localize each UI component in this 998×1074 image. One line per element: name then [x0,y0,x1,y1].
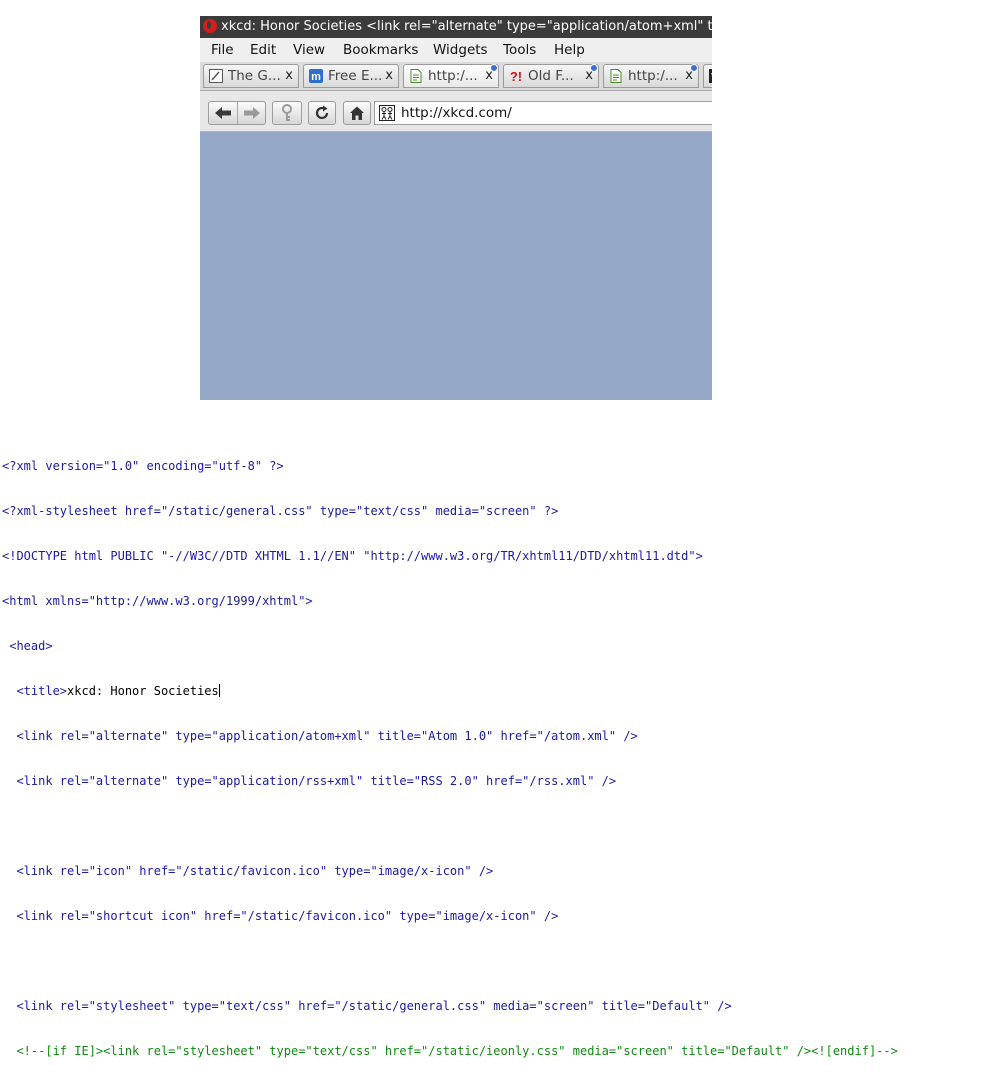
xkcd-favicon [379,105,395,121]
page-icon [410,69,422,83]
tab-loading-dot [490,64,498,72]
title-text: xkcd: Honor Societies [67,684,219,698]
tab-close-button[interactable]: x [385,65,393,87]
page-icon [610,69,622,83]
menu-file[interactable]: File [211,38,234,62]
svg-text:W: W [711,72,712,83]
code-line: <html xmlns="http://www.w3.org/1999/xhtm… [2,594,313,608]
key-icon [282,104,292,121]
forward-arrow-icon[interactable] [243,106,261,120]
tab-bar: The G... x m Free E... x http:/... x ?! … [200,62,712,91]
notepad-icon [209,69,223,83]
title-bar: xkcd: Honor Societies <link rel="alterna… [200,16,712,38]
security-button[interactable] [272,101,302,125]
code-line: <link rel="stylesheet" type="text/css" h… [2,999,732,1013]
tab-loading-dot [590,64,598,72]
code-line: <?xml-stylesheet href="/static/general.c… [2,504,559,518]
address-bar[interactable]: http://xkcd.com/ [374,101,712,125]
code-line: <link rel="shortcut icon" href="/static/… [2,909,559,923]
tab-label: http:/... [628,68,678,84]
tab-label: Old F... [528,68,574,84]
window-title: xkcd: Honor Societies <link rel="alterna… [221,19,712,34]
tab-close-button[interactable]: x [285,65,293,87]
code-line: <head> [2,639,53,653]
menu-bookmarks[interactable]: Bookmarks [343,38,418,62]
tab-overflow[interactable]: W [703,64,712,88]
opera-logo-icon [203,18,217,33]
tab-the-g[interactable]: The G... x [203,64,299,88]
code-line: <!DOCTYPE html PUBLIC "-//W3C//DTD XHTML… [2,549,703,563]
tab-free-e[interactable]: m Free E... x [303,64,399,88]
title-tag: <title> [2,684,68,698]
code-line: <link rel="icon" href="/static/favicon.i… [2,864,494,878]
tab-loading-dot [690,64,698,72]
browser-window: xkcd: Honor Societies <link rel="alterna… [200,16,712,400]
tab-old-f[interactable]: ?! Old F... x [503,64,599,88]
menu-edit[interactable]: Edit [250,38,276,62]
code-line: <link rel="alternate" type="application/… [2,774,617,788]
page-viewport[interactable] [200,132,712,400]
tab-label: http:/... [428,68,478,84]
tab-http-active[interactable]: http:/... x [403,64,499,88]
menu-bar: File Edit View Bookmarks Widgets Tools H… [200,38,712,62]
reload-icon [315,105,329,120]
home-button[interactable] [343,101,371,125]
m-logo-icon: m [309,69,323,83]
tab-http[interactable]: http:/... x [603,64,699,88]
home-icon [350,106,364,120]
red-question-icon: ?! [510,69,522,83]
svg-text:m: m [311,71,321,83]
tab-label: The G... [228,68,281,84]
menu-view[interactable]: View [293,38,325,62]
text-cursor [218,684,220,697]
back-arrow-icon[interactable] [214,106,232,120]
menu-tools[interactable]: Tools [503,38,536,62]
source-code-view[interactable]: <?xml version="1.0" encoding="utf-8" ?> … [2,429,898,1074]
back-forward-group [208,101,266,125]
reload-button[interactable] [308,101,336,125]
menu-help[interactable]: Help [554,38,585,62]
w-logo-icon: W [709,69,712,83]
navigation-toolbar: http://xkcd.com/ [200,91,712,132]
menu-widgets[interactable]: Widgets [433,38,488,62]
code-line: <?xml version="1.0" encoding="utf-8" ?> [2,459,284,473]
svg-text:?!: ?! [510,69,522,83]
code-line-title: <title>xkcd: Honor Societies [2,684,898,699]
address-url: http://xkcd.com/ [401,105,512,121]
code-line: <link rel="alternate" type="application/… [2,729,638,743]
tab-label: Free E... [328,68,383,84]
code-line-comment: <!--[if IE]><link rel="stylesheet" type=… [2,1044,898,1058]
